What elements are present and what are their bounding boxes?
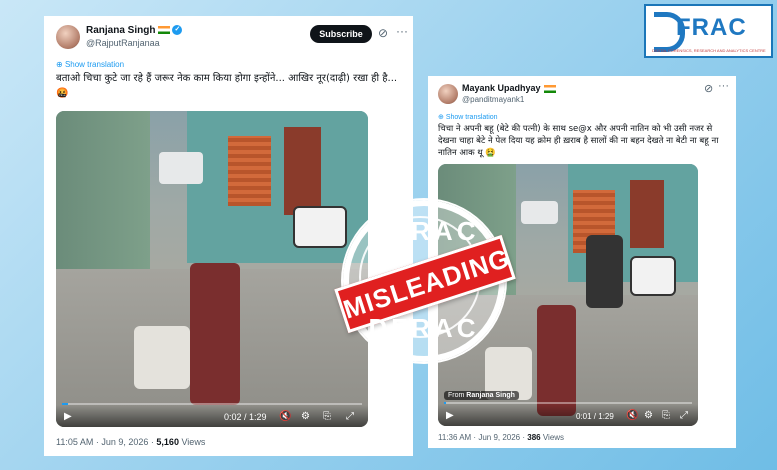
video-frame-car: [158, 152, 203, 184]
views-count: 5,160: [156, 437, 179, 447]
show-translation-label: Show translation: [445, 114, 498, 121]
subtitles-icon[interactable]: ⎘: [323, 411, 331, 422]
video-controls: ▶ 0:01 / 1:29 🔇 ⚙ ⎘ ⤢: [438, 404, 698, 426]
fullscreen-icon[interactable]: ⤢: [680, 410, 688, 421]
avatar[interactable]: [56, 25, 80, 49]
author-name-row[interactable]: Mayank Upadhyay: [462, 83, 556, 93]
video-frame-door: [283, 126, 322, 216]
show-translation-link[interactable]: ⊕ Show translation: [56, 60, 124, 69]
video-frame-bricks: [227, 136, 272, 206]
dfrac-logo: FRAC DIGITAL FORENSICS, RESEARCH AND ANA…: [644, 4, 773, 58]
author-name[interactable]: Ranjana Singh: [86, 25, 155, 36]
video-frame-man: [190, 262, 241, 405]
more-icon[interactable]: ···: [396, 24, 408, 38]
verified-badge-icon: ✓: [172, 25, 183, 36]
play-icon[interactable]: ▶: [446, 410, 454, 421]
fullscreen-icon[interactable]: ⤢: [346, 411, 354, 422]
translate-icon: ⊕: [56, 60, 63, 69]
stamp-bottom-text: DFRAC: [368, 313, 480, 343]
author-handle[interactable]: @panditmayank1: [462, 95, 524, 104]
from-name: Ranjana Singh: [466, 392, 515, 399]
india-flag-icon: [158, 26, 171, 35]
tweet-time[interactable]: 11:36 AM · Jun 9, 2026 ·: [438, 433, 525, 442]
video-frame-motorcyclist: [586, 234, 623, 309]
more-icon[interactable]: ···: [718, 80, 729, 92]
video-frame-scooter: [630, 255, 676, 297]
author-name-row[interactable]: Ranjana Singh ✓: [86, 25, 183, 36]
show-translation-link[interactable]: ⊕ Show translation: [438, 113, 498, 121]
misleading-stamp: DFRAC MISLEADING DFRAC: [334, 200, 516, 362]
views-label: Views: [542, 433, 565, 442]
play-icon[interactable]: ▶: [64, 411, 72, 422]
video-frame-door: [630, 179, 665, 248]
translate-icon: ⊕: [438, 114, 444, 121]
avatar[interactable]: [438, 84, 458, 104]
mute-icon[interactable]: 🔇: [279, 411, 291, 422]
logo-subtitle: DIGITAL FORENSICS, RESEARCH AND ANALYTIC…: [652, 48, 766, 53]
author-handle[interactable]: @RajputRanjanaa: [86, 38, 160, 48]
mute-icon[interactable]: 🔇: [626, 410, 638, 421]
settings-icon[interactable]: ⚙: [301, 411, 310, 422]
india-flag-icon: [543, 84, 556, 93]
video-time: 0:02 / 1:29: [224, 412, 267, 422]
grok-icon[interactable]: ⊘: [378, 26, 388, 40]
from-attribution[interactable]: From Ranjana Singh: [444, 391, 519, 400]
video-controls: ▶ 0:02 / 1:29 🔇 ⚙ ⎘ ⤢: [56, 405, 368, 427]
views-label: Views: [181, 437, 206, 447]
video-frame-scooter: [293, 205, 348, 248]
settings-icon[interactable]: ⚙: [644, 410, 653, 421]
author-name[interactable]: Mayank Upadhyay: [462, 83, 541, 93]
video-frame-man: [536, 305, 576, 416]
tweet-text: चिचा ने अपनी बहू (बेटे की पत्नी) के साथ …: [438, 124, 719, 158]
tweet-text: बताओ चिचा कुटे जा रहे हैं जरूर नेक काम क…: [56, 73, 398, 99]
grok-icon[interactable]: ⊘: [704, 82, 713, 95]
tweet-meta: 11:05 AM · Jun 9, 2026 · 5,160 Views: [56, 437, 205, 447]
video-player[interactable]: ▶ 0:02 / 1:29 🔇 ⚙ ⎘ ⤢: [56, 111, 368, 427]
tweet-meta: 11:36 AM · Jun 9, 2026 · 386 Views: [438, 433, 564, 442]
show-translation-label: Show translation: [64, 60, 125, 69]
video-time: 0:01 / 1:29: [576, 412, 614, 421]
views-count: 386: [527, 433, 541, 442]
from-label: From: [448, 392, 465, 399]
subscribe-button[interactable]: Subscribe: [310, 25, 372, 43]
video-frame-car: [521, 200, 558, 225]
tweet-time[interactable]: 11:05 AM · Jun 9, 2026 ·: [56, 437, 154, 447]
logo-text: FRAC: [676, 14, 747, 41]
video-frame-elder: [134, 325, 191, 390]
subtitles-icon[interactable]: ⎘: [662, 410, 670, 421]
